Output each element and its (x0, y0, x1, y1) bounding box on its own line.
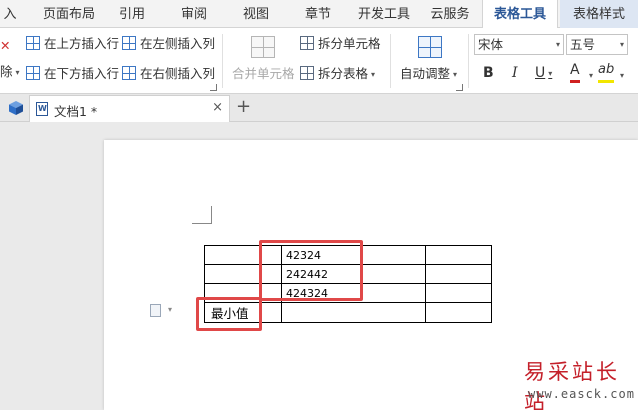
insert-row-above-icon (26, 36, 40, 50)
auto-fit-button[interactable]: 自动调整 ▾ (400, 64, 457, 84)
new-tab-icon[interactable]: + (236, 96, 251, 117)
insert-row-below-button[interactable]: 在下方插入行 (26, 64, 119, 84)
document-tab-bar: 文档1 * × + (0, 94, 638, 122)
dialog-launcher-icon[interactable] (210, 84, 217, 91)
close-tab-icon[interactable]: × (212, 100, 223, 115)
tab-references[interactable]: 引用 (110, 0, 154, 28)
tab-insert[interactable]: 入 (0, 0, 20, 28)
insert-row-above-button[interactable]: 在上方插入行 (26, 34, 119, 54)
table-cell[interactable] (425, 302, 492, 323)
insert-column-left-icon (122, 36, 136, 50)
insert-column-right-icon (122, 66, 136, 80)
insert-row-below-icon (26, 66, 40, 80)
ribbon-separator (468, 34, 469, 88)
tab-cloud-service[interactable]: 云服务 (420, 0, 480, 28)
font-name-select[interactable]: 宋体 ▾ (474, 34, 564, 55)
bold-button[interactable]: B (483, 63, 494, 83)
menu-bar: 入 页面布局 引用 审阅 视图 章节 开发工具 云服务 表格工具 表格样式 (0, 0, 638, 29)
watermark-url: www.easck.com (528, 387, 635, 401)
split-cells-button[interactable]: 拆分单元格 (300, 34, 381, 54)
insert-column-left-button[interactable]: 在左侧插入列 (122, 34, 215, 54)
table-cell[interactable] (425, 245, 492, 265)
values-highlight-box (259, 240, 363, 301)
ribbon-separator (222, 34, 223, 88)
delete-icon[interactable]: ✕ (0, 36, 10, 56)
ribbon-separator (390, 34, 391, 88)
tab-section[interactable]: 章节 (296, 0, 340, 28)
min-label-highlight-box (196, 297, 262, 331)
page-margin-marker (192, 206, 212, 224)
font-size-select[interactable]: 五号 ▾ (566, 34, 628, 55)
chevron-down-icon[interactable]: ▾ (168, 305, 172, 314)
insert-column-right-button[interactable]: 在右侧插入列 (122, 64, 215, 84)
tab-view[interactable]: 视图 (234, 0, 278, 28)
delete-button[interactable]: 除 ▾ (0, 62, 20, 82)
dialog-launcher-icon[interactable] (456, 84, 463, 91)
tab-developer[interactable]: 开发工具 (356, 0, 412, 28)
document-title: 文档1 * (54, 104, 98, 119)
table-cell[interactable] (425, 264, 492, 284)
wps-cube-icon[interactable] (8, 100, 24, 116)
split-cells-icon (300, 36, 314, 50)
document-icon (36, 102, 48, 116)
auto-fit-icon (418, 36, 442, 58)
split-table-icon (300, 66, 314, 80)
font-color-dropdown-icon[interactable]: ▾ (586, 65, 593, 85)
highlight-dropdown-icon[interactable]: ▾ (617, 65, 624, 85)
split-table-button[interactable]: 拆分表格 ▾ (300, 64, 375, 84)
ribbon: ✕ 除 ▾ 在上方插入行 在下方插入行 在左侧插入列 在右侧插入列 合并单元格 拆… (0, 28, 638, 94)
font-color-button[interactable]: A (570, 61, 580, 83)
highlight-button[interactable]: ab (598, 61, 615, 83)
watermark-text: 易采站长站 (524, 360, 620, 410)
tab-table-tools[interactable]: 表格工具 (482, 0, 558, 29)
italic-button[interactable]: I (512, 63, 518, 83)
table-cell[interactable] (425, 283, 492, 303)
tab-page-layout[interactable]: 页面布局 (38, 0, 100, 28)
document-tab[interactable]: 文档1 * × (29, 95, 230, 122)
table-cell[interactable] (281, 302, 426, 323)
underline-button[interactable]: U ▾ (535, 63, 552, 83)
tab-table-style[interactable]: 表格样式 (560, 0, 638, 28)
merge-cells-button[interactable]: 合并单元格 (232, 64, 295, 84)
paragraph-layout-icon[interactable] (150, 304, 161, 317)
tab-review[interactable]: 审阅 (172, 0, 216, 28)
merge-cells-icon (251, 36, 275, 58)
